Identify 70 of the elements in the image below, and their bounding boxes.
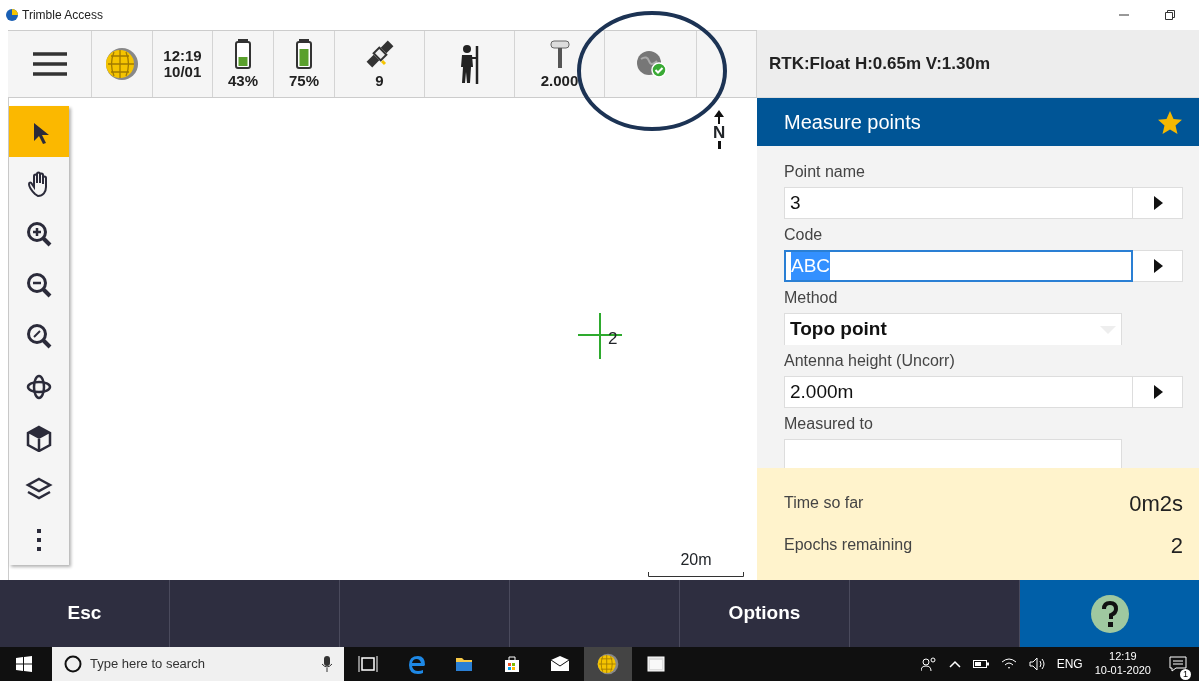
app-logo-icon: [6, 9, 18, 21]
field-label: Code: [784, 225, 824, 245]
dropdown-field[interactable]: [784, 439, 1122, 468]
zoom-extents-icon: [25, 321, 53, 350]
chevron-up-icon[interactable]: [948, 660, 961, 668]
globe-icon: [597, 653, 619, 675]
speaker-icon[interactable]: [1028, 657, 1045, 671]
battery-percent: 75%: [289, 72, 319, 90]
wifi-icon[interactable]: [1000, 657, 1017, 671]
satellite-count: 9: [375, 72, 384, 90]
arrow-right-icon: [1152, 259, 1163, 273]
dropdown-field[interactable]: Topo point: [784, 313, 1122, 345]
satellite-icon: [364, 38, 395, 69]
orbit-icon: [25, 372, 53, 401]
arrow-right-icon: [1152, 385, 1163, 399]
input-field[interactable]: 2.000m: [784, 376, 1133, 408]
more-icon: [37, 528, 41, 551]
globe-icon[interactable]: [105, 47, 139, 81]
field-label: Measured to: [784, 414, 874, 434]
north-label: N: [713, 124, 726, 141]
search-field[interactable]: Type here to search: [52, 647, 344, 681]
survey-point-marker: [578, 313, 622, 359]
arrow-right-icon: [1152, 196, 1163, 210]
cube-icon: [25, 423, 53, 452]
taskbar-app[interactable]: [584, 647, 632, 681]
north-tick-icon: [717, 141, 721, 149]
store-icon: [502, 654, 522, 674]
arrow-button[interactable]: [1133, 250, 1183, 282]
star-icon[interactable]: [1157, 109, 1183, 135]
toolbar-time: 12:19: [163, 47, 202, 64]
input-field[interactable]: 3: [784, 187, 1133, 219]
notification-icon: [1169, 656, 1187, 672]
notification-button[interactable]: 1: [1163, 647, 1193, 681]
north-arrow-icon: [713, 110, 726, 124]
notification-count: 1: [1180, 669, 1191, 680]
menu-icon: [32, 52, 67, 76]
toolbar-date: 10/01: [163, 64, 202, 81]
mail-icon: [550, 654, 570, 674]
zoom-in-icon: [25, 219, 53, 248]
window-title: Trimble Access: [22, 7, 103, 24]
field-label: Antenna height (Uncorr): [784, 351, 956, 371]
progress-label: Time so far: [784, 493, 864, 513]
search-circle-icon: [64, 655, 82, 673]
arrow-button[interactable]: [1133, 376, 1183, 408]
language-indicator[interactable]: ENG: [1056, 655, 1083, 673]
antenna-icon: [548, 38, 571, 69]
help-button[interactable]: [1020, 580, 1199, 647]
task-view-icon: [358, 654, 378, 674]
panel-title: Measure points: [784, 110, 922, 135]
scale-label: 20m: [680, 550, 712, 570]
battery-percent: 43%: [228, 72, 258, 90]
progress-label: Epochs remaining: [784, 535, 913, 555]
field-label: Method: [784, 288, 839, 308]
gnss-status: RTK:Float H:0.65m V:1.30m: [757, 30, 1199, 98]
microphone-icon: [322, 656, 332, 672]
arrow-button[interactable]: [1133, 187, 1183, 219]
progress-value: 0m2s: [1129, 489, 1183, 518]
field-label: Point name: [784, 162, 866, 182]
help-icon: [1089, 593, 1130, 634]
antenna-height: 2.000: [540, 72, 579, 90]
progress-value: 2: [1170, 531, 1183, 560]
windows-logo-icon: [16, 656, 32, 672]
window-icon: [646, 654, 666, 674]
restore-icon: [1165, 10, 1175, 20]
zoom-out-icon: [25, 270, 53, 299]
map-tool-button[interactable]: [9, 106, 69, 157]
browser-icon: [406, 654, 426, 674]
battery-icon[interactable]: [972, 659, 989, 669]
taskbar-clock[interactable]: 12:19 10-01-2020: [1094, 650, 1151, 678]
people-icon[interactable]: [920, 657, 937, 671]
